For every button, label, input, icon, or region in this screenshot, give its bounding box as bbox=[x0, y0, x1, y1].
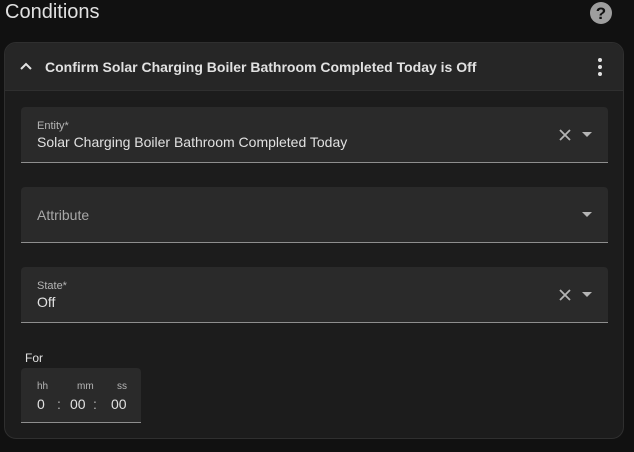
state-label: State* bbox=[37, 280, 67, 292]
time-separator: : bbox=[93, 396, 97, 412]
hours-label: hh bbox=[37, 381, 49, 392]
help-icon[interactable]: ? bbox=[590, 2, 612, 24]
dots-vertical-icon[interactable] bbox=[589, 55, 611, 79]
clear-icon[interactable] bbox=[557, 127, 573, 143]
time-separator: : bbox=[57, 396, 61, 412]
menu-dot bbox=[598, 65, 602, 69]
dropdown-arrow-icon[interactable] bbox=[581, 131, 593, 139]
seconds-label: ss bbox=[117, 381, 127, 392]
help-glyph: ? bbox=[595, 3, 607, 23]
clear-icon[interactable] bbox=[557, 287, 573, 303]
condition-header[interactable]: Confirm Solar Charging Boiler Bathroom C… bbox=[5, 43, 623, 91]
attribute-field[interactable]: Attribute bbox=[21, 187, 608, 243]
entity-value[interactable]: Solar Charging Boiler Bathroom Completed… bbox=[37, 134, 347, 150]
condition-card: Confirm Solar Charging Boiler Bathroom C… bbox=[4, 42, 624, 439]
state-field[interactable]: State* Off bbox=[21, 267, 608, 323]
hours-input[interactable]: 0 bbox=[37, 396, 45, 412]
entity-field[interactable]: Entity* Solar Charging Boiler Bathroom C… bbox=[21, 107, 608, 163]
dropdown-arrow-icon[interactable] bbox=[581, 211, 593, 219]
state-value[interactable]: Off bbox=[37, 294, 55, 310]
section-title: Conditions bbox=[5, 1, 100, 23]
dropdown-arrow-icon[interactable] bbox=[581, 291, 593, 299]
for-label: For bbox=[25, 351, 43, 365]
seconds-input[interactable]: 00 bbox=[111, 396, 127, 412]
condition-title: Confirm Solar Charging Boiler Bathroom C… bbox=[45, 59, 477, 75]
menu-dot bbox=[598, 58, 602, 62]
minutes-label: mm bbox=[77, 381, 94, 392]
duration-input: hh mm ss 0 : 00 : 00 bbox=[21, 368, 141, 423]
minutes-input[interactable]: 00 bbox=[70, 396, 86, 412]
entity-label: Entity* bbox=[37, 120, 69, 132]
chevron-up-icon[interactable] bbox=[18, 58, 34, 74]
attribute-placeholder: Attribute bbox=[37, 207, 90, 223]
menu-dot bbox=[598, 72, 602, 76]
conditions-panel: Conditions ? Confirm Solar Charging Boil… bbox=[0, 0, 634, 452]
